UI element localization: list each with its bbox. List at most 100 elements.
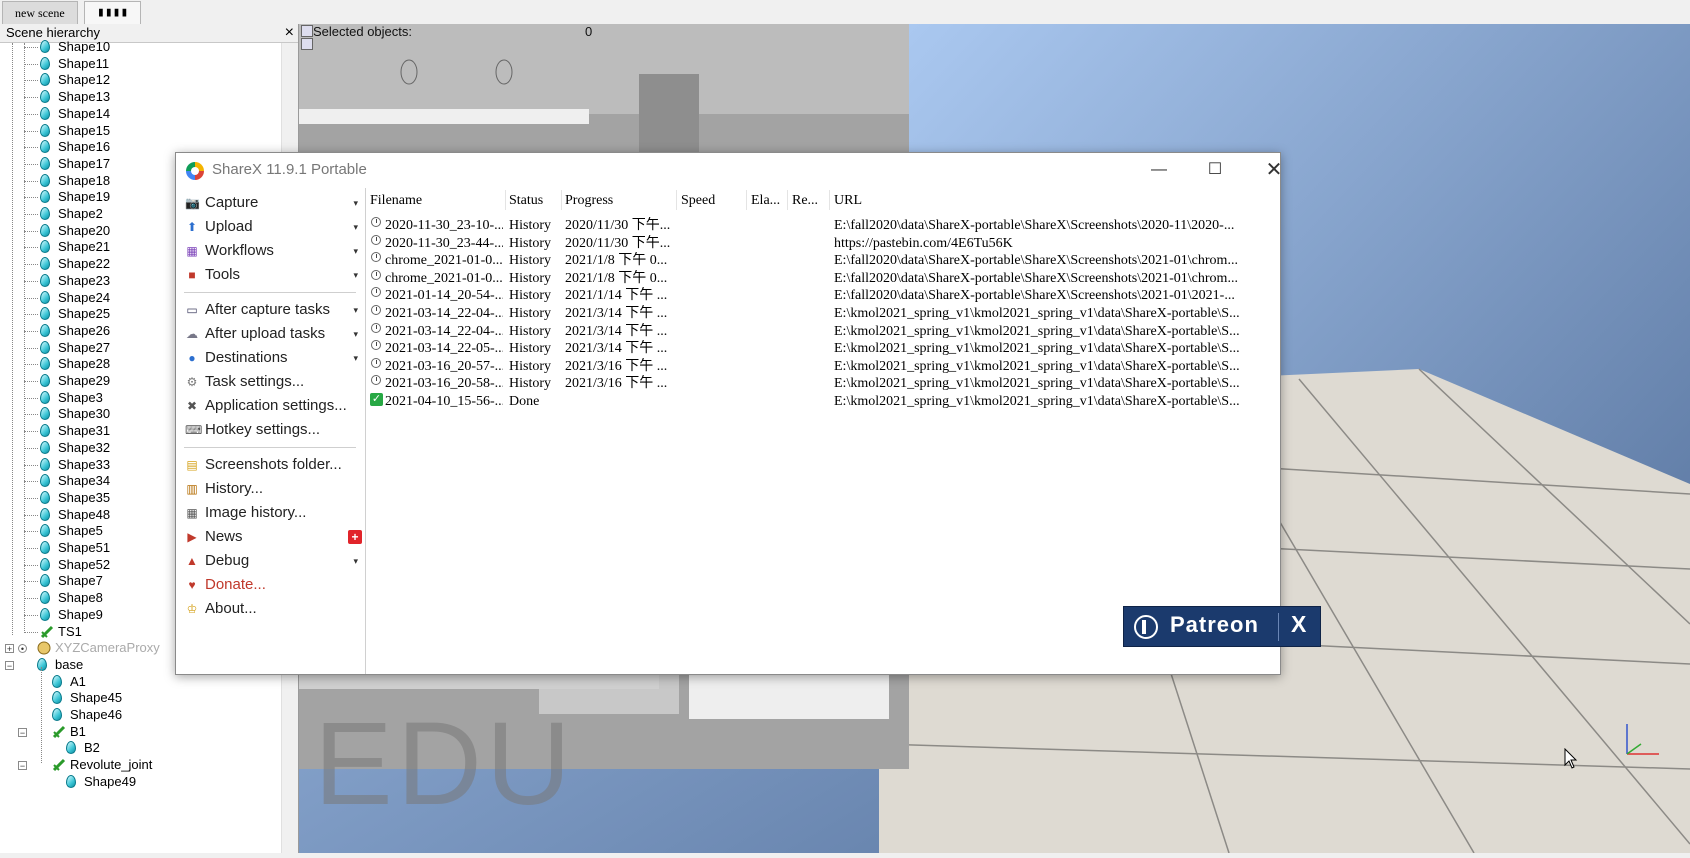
task-row[interactable]: 2021-03-16_20-57-... History 2021/3/16 下午 … [366, 357, 1280, 375]
column-remaining[interactable]: Re... [792, 192, 828, 210]
upload-arrow-icon: ⬆ [186, 220, 198, 234]
menu-destinations-label: Destinations [205, 349, 288, 366]
hierarchy-item-label: Shape16 [58, 139, 111, 155]
visibility-icon[interactable]: • [18, 644, 27, 654]
menu-destinations[interactable]: ● Destinations ▾ [184, 347, 362, 369]
hierarchy-item-label: Shape7 [58, 573, 103, 589]
history-clock-icon [371, 340, 381, 351]
shape-icon [37, 657, 47, 671]
menu-debug[interactable]: ▲ Debug ▾ [184, 550, 362, 572]
chevron-down-icon: ▾ [353, 329, 358, 339]
hierarchy-item-label: Shape25 [58, 306, 111, 322]
shape-icon [52, 691, 62, 705]
shape-icon [40, 490, 50, 504]
menu-task-settings[interactable]: ⚙ Task settings... [184, 371, 362, 393]
shape-icon [66, 741, 76, 755]
tab-current-scene[interactable]: ▮▮▮▮ [84, 1, 142, 24]
chevron-down-icon: ▾ [353, 556, 358, 566]
hierarchy-item-label: TS1 [58, 623, 82, 639]
task-row[interactable]: 2021-03-14_22-05-... History 2021/3/14 下午 … [366, 340, 1280, 357]
menu-screenshots-folder[interactable]: ▤ Screenshots folder... [184, 454, 362, 476]
minimize-button[interactable]: — [1136, 157, 1182, 183]
hierarchy-item-label: A1 [70, 673, 86, 689]
shape-icon [40, 90, 50, 104]
hierarchy-item-label: Shape26 [58, 322, 111, 338]
patreon-button[interactable]: Patreon X [1123, 606, 1321, 647]
task-row[interactable]: chrome_2021-01-0... History 2021/1/8 下午 0.… [366, 252, 1280, 269]
row-url: E:\kmol2021_spring_v1\kmol2021_spring_v1… [834, 323, 1240, 339]
tree-branch-line [24, 314, 38, 316]
tree-branch-line [24, 497, 38, 499]
row-progress: 2021/3/16 下午 ... [565, 358, 668, 374]
menu-workflows[interactable]: ▦ Workflows ▾ [184, 240, 362, 262]
menu-upload[interactable]: ⬆ Upload ▾ [184, 216, 362, 238]
menu-news[interactable]: ▶ News + [184, 526, 362, 548]
expand-icon[interactable]: + [5, 644, 14, 654]
menu-after-upload-tasks[interactable]: ☁ After upload tasks ▾ [184, 323, 362, 345]
menu-image-history-label: Image history... [205, 504, 307, 521]
tree-branch-line [24, 264, 38, 266]
row-status: History [509, 376, 551, 392]
menu-about[interactable]: ♔ About... [184, 598, 362, 620]
menu-image-history[interactable]: ▦ Image history... [184, 502, 362, 524]
task-list[interactable]: Filename Status Progress Speed Ela... Re… [366, 188, 1321, 674]
hierarchy-item-label: Shape28 [58, 356, 111, 372]
row-url: E:\kmol2021_spring_v1\kmol2021_spring_v1… [834, 358, 1240, 374]
menu-hotkey-settings[interactable]: ⌨ Hotkey settings... [184, 419, 362, 441]
menu-tools[interactable]: ■ Tools ▾ [184, 264, 362, 286]
tree-branch-line [24, 180, 38, 182]
menu-donate[interactable]: ♥ Donate... [184, 574, 362, 596]
menu-history[interactable]: ▥ History... [184, 478, 362, 500]
shape-icon [40, 357, 50, 371]
menu-debug-label: Debug [205, 552, 250, 569]
mouse-cursor-icon [1564, 748, 1578, 769]
close-button[interactable]: ✕ [1251, 157, 1297, 183]
collapse-icon[interactable]: − [18, 761, 27, 771]
tab-new-scene[interactable]: new scene [2, 1, 78, 24]
task-row[interactable]: 2020-11-30_23-44-... History 2020/11/30 下午… [366, 234, 1280, 252]
task-row[interactable]: 2021-01-14_20-54-... History 2021/1/14 下午 … [366, 287, 1280, 304]
task-row[interactable]: 2021-03-16_20-58-... History 2021/3/16 下午 … [366, 375, 1280, 392]
row-status: History [509, 323, 551, 339]
hierarchy-item-label: Shape32 [58, 439, 111, 455]
tree-branch-line [24, 614, 38, 616]
column-divider [505, 190, 506, 210]
selection-toggle-button[interactable] [301, 25, 313, 37]
task-row[interactable]: 2021-03-14_22-04-... History 2021/3/14 下午 … [366, 305, 1280, 322]
task-row[interactable]: 2021-03-14_22-04-... History 2021/3/14 下午 … [366, 322, 1280, 340]
scene-tab-bar: new scene ▮▮▮▮ [0, 0, 1690, 25]
hierarchy-item-label: Shape34 [58, 473, 111, 489]
maximize-button[interactable]: ☐ [1192, 157, 1238, 183]
tree-branch-line [24, 347, 38, 349]
task-row[interactable]: ✓ 2021-04-10_15-56-... Done E:\kmol2021_spr… [366, 393, 1280, 410]
selection-panel-button[interactable] [301, 38, 313, 50]
hierarchy-item-label: Shape51 [58, 540, 111, 555]
hierarchy-item-label: Shape5 [58, 523, 103, 539]
selected-objects-count: 0 [585, 24, 593, 39]
menu-capture[interactable]: 📷 Capture ▾ [184, 192, 362, 214]
column-status[interactable]: Status [509, 192, 559, 210]
sharex-window: ShareX 11.9.1 Portable — ☐ ✕ 📷 Capture ▾ ⬆… [175, 152, 1321, 675]
row-progress: 2021/1/8 下午 0... [565, 270, 668, 286]
column-progress[interactable]: Progress [565, 192, 675, 210]
row-url: E:\fall2020\data\ShareX-portable\ShareX\… [834, 218, 1235, 233]
column-elapsed[interactable]: Ela... [751, 192, 786, 210]
menu-hotkey-settings-label: Hotkey settings... [205, 421, 321, 438]
row-status: History [509, 341, 551, 357]
column-filename[interactable]: Filename [370, 192, 500, 210]
collapse-icon[interactable]: − [18, 727, 27, 737]
column-url[interactable]: URL [834, 192, 894, 210]
task-row[interactable]: chrome_2021-01-0... History 2021/1/8 下午 0.… [366, 269, 1280, 287]
collapse-icon[interactable]: − [5, 660, 14, 670]
sharex-titlebar[interactable]: ShareX 11.9.1 Portable — ☐ ✕ [176, 153, 1282, 188]
tree-branch-line [24, 431, 38, 433]
sharex-logo-icon [186, 162, 204, 180]
shape-icon [40, 173, 50, 187]
column-speed[interactable]: Speed [681, 192, 741, 210]
hierarchy-item-label: Shape18 [58, 172, 111, 188]
row-filename: 2021-04-10_15-56-... [385, 394, 503, 409]
menu-application-settings[interactable]: ✖ Application settings... [184, 395, 362, 417]
close-icon[interactable]: × [285, 24, 294, 41]
menu-after-capture-tasks[interactable]: ▭ After capture tasks ▾ [184, 299, 362, 321]
task-row[interactable]: 2020-11-30_23-10-... History 2020/11/30 下午… [366, 217, 1280, 234]
